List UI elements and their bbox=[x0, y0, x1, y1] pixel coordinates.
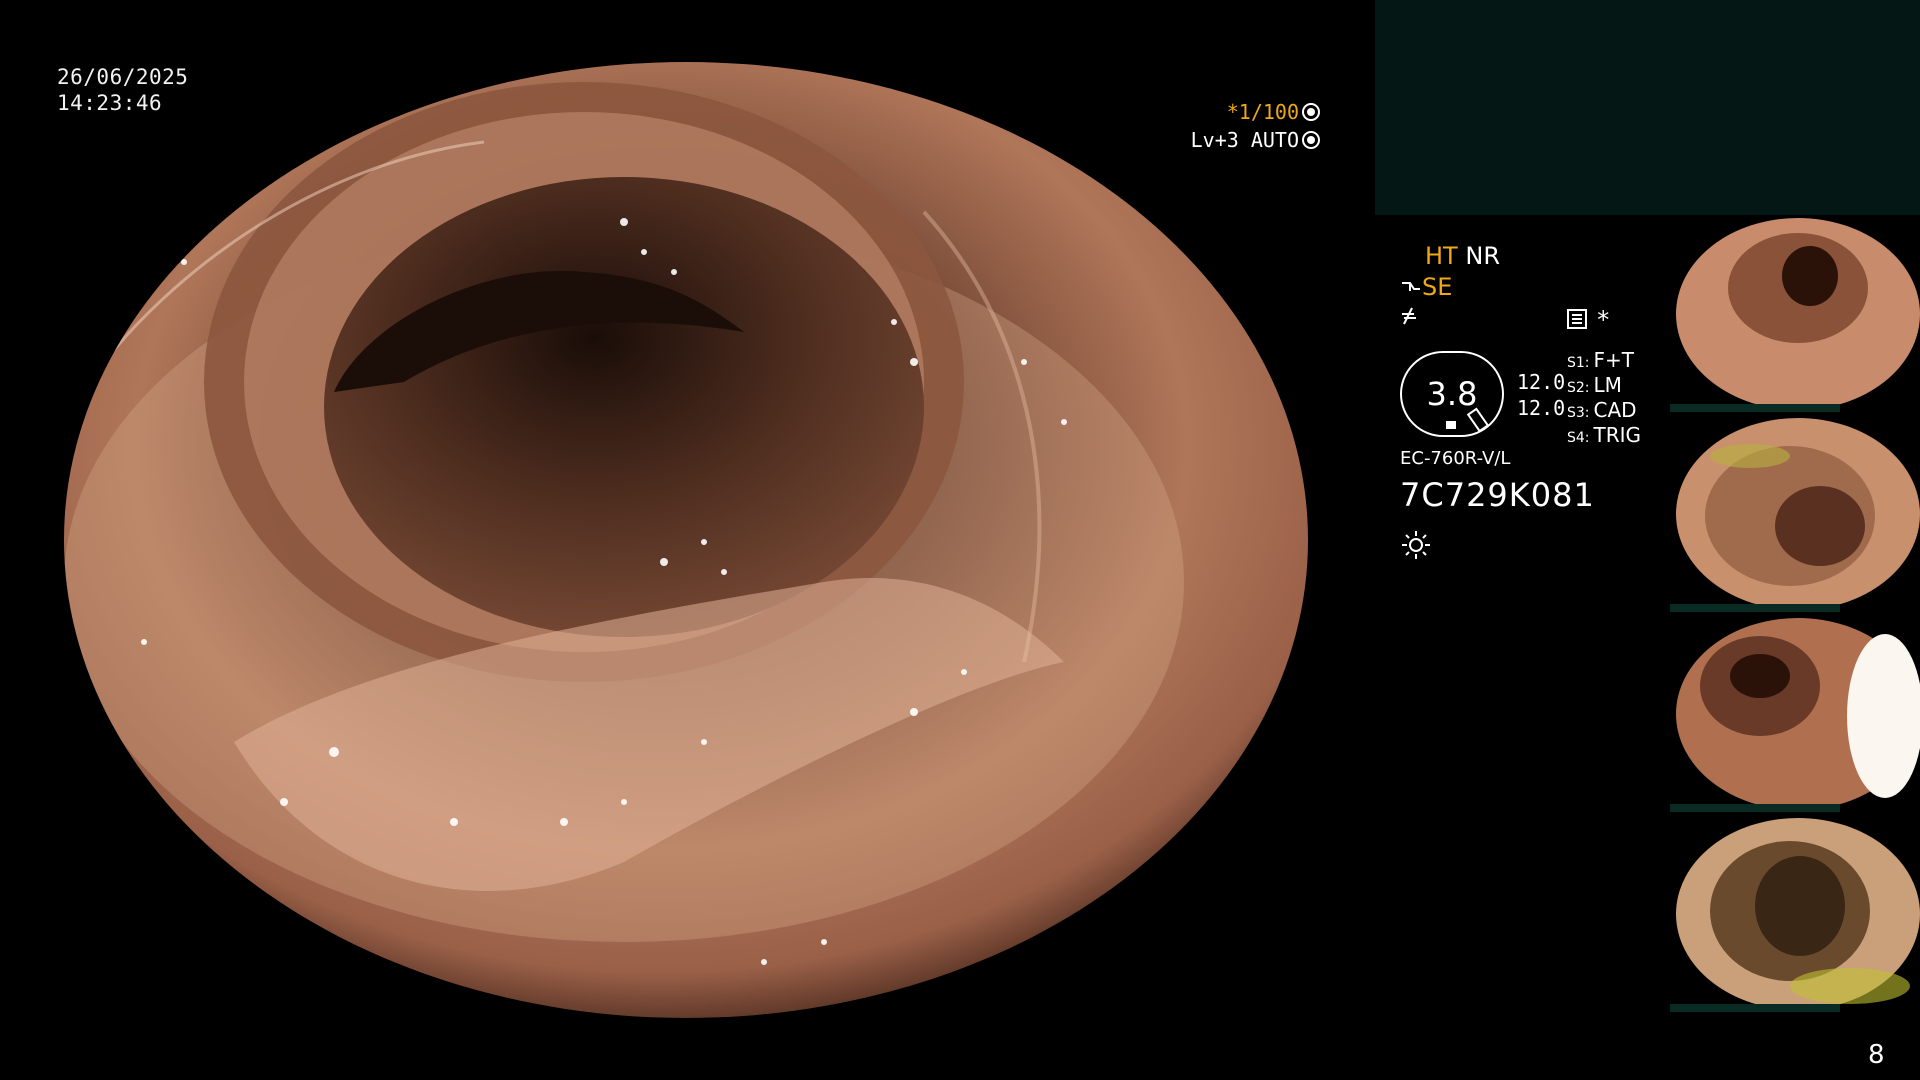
thumbnail-3[interactable] bbox=[1670, 616, 1920, 812]
record-row: * bbox=[1566, 306, 1610, 334]
freeze-row bbox=[1400, 304, 1422, 332]
gauge: 3.8 bbox=[1400, 351, 1504, 437]
probe-icon bbox=[1402, 282, 1420, 291]
date-text: 26/06/2025 bbox=[57, 65, 189, 89]
ht-label: HT bbox=[1425, 242, 1458, 270]
preset-s1: S1: F+T bbox=[1567, 348, 1634, 372]
ht-nr-row: HT NR bbox=[1425, 242, 1500, 270]
exposure-level: Lv+3 AUTO bbox=[1190, 128, 1299, 152]
shutter-speed: *1/100 bbox=[1226, 100, 1299, 124]
light-source-icon bbox=[1402, 531, 1430, 559]
thumbnail-strip bbox=[1670, 216, 1920, 1016]
scope-serial: 7C729K081 bbox=[1400, 476, 1595, 514]
se-row: SE bbox=[1400, 273, 1452, 301]
thumbnail-2[interactable] bbox=[1670, 416, 1920, 612]
exposure-row: Lv+3 AUTO bbox=[1180, 126, 1320, 154]
endoscopy-screen: 26/06/2025 14:23:46 *1/100 Lv+3 AUTO HT … bbox=[0, 0, 1920, 1080]
datetime-display: 26/06/2025 14:23:46 bbox=[57, 64, 188, 116]
gauge-value: 3.8 bbox=[1426, 375, 1478, 413]
info-box bbox=[1375, 0, 1920, 215]
scale-value-1: 12.0 bbox=[1517, 370, 1566, 394]
thumbnail-1[interactable] bbox=[1670, 216, 1920, 412]
record-icon bbox=[1567, 309, 1587, 329]
status-panel: HT NR SE * 3.8 12.0 12.0 S1: F+T S2: LM … bbox=[1395, 238, 1685, 559]
preset-s4: S4: TRIG bbox=[1567, 423, 1642, 447]
camera-settings: *1/100 Lv+3 AUTO bbox=[1180, 98, 1320, 154]
asterisk-marker: * bbox=[1596, 306, 1611, 334]
scope-model: EC-760R-V/L bbox=[1400, 448, 1511, 469]
endoscope-image bbox=[64, 62, 1308, 1018]
page-number: 8 bbox=[1868, 1040, 1885, 1070]
preset-s3: S3: CAD bbox=[1567, 398, 1637, 422]
shutter-row: *1/100 bbox=[1180, 98, 1320, 126]
time-text: 14:23:46 bbox=[57, 91, 163, 115]
freeze-icon bbox=[1402, 307, 1416, 325]
ring-icon bbox=[1302, 131, 1320, 149]
aperture-icon bbox=[1302, 103, 1320, 121]
thumbnail-4[interactable] bbox=[1670, 816, 1920, 1012]
scale-value-2: 12.0 bbox=[1517, 396, 1566, 420]
nr-label: NR bbox=[1465, 242, 1500, 270]
gauge-marker bbox=[1446, 421, 1456, 429]
se-label: SE bbox=[1422, 273, 1453, 301]
preset-s2: S2: LM bbox=[1567, 373, 1622, 397]
